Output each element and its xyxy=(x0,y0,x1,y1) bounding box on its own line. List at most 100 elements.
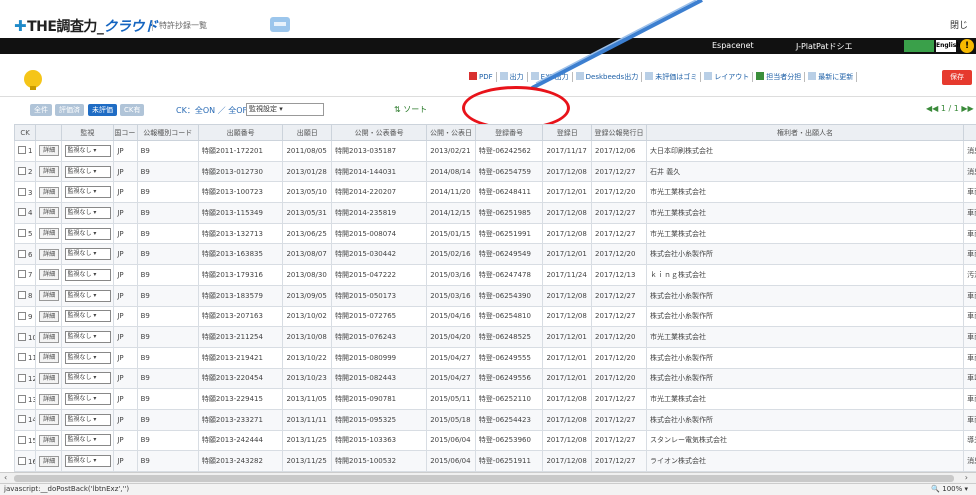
scroll-thumb[interactable] xyxy=(14,475,954,482)
action-pdf[interactable]: PDF xyxy=(466,72,497,82)
detail-button[interactable]: 詳細 xyxy=(39,414,60,426)
watch-select[interactable]: 監視なし ▾ xyxy=(64,372,111,385)
row-checkbox[interactable] xyxy=(18,394,26,403)
publication-number[interactable]: 特開2015-050173 xyxy=(331,284,428,307)
application-number[interactable]: 特願2013-219421 xyxy=(197,346,284,369)
detail-button[interactable]: 詳細 xyxy=(39,228,60,240)
registration-number[interactable]: 特登-06251911 xyxy=(474,450,544,472)
application-number[interactable]: 特願2013-242444 xyxy=(197,429,284,452)
publication-number[interactable]: 特開2015-103363 xyxy=(331,429,428,452)
detail-button[interactable]: 詳細 xyxy=(39,207,60,219)
header-screen-icon[interactable] xyxy=(270,17,290,32)
table-row[interactable]: 2 詳細 監視なし ▾ JP B9 特願2013-012730 2013/01/28 特開20… xyxy=(14,160,976,183)
action-output[interactable]: 出力 xyxy=(497,72,528,82)
row-checkbox-cell[interactable]: 12 xyxy=(14,367,37,390)
watch-select[interactable]: 監視なし ▾ xyxy=(64,434,111,447)
tab-unevaluated[interactable]: 未評価 xyxy=(88,104,117,116)
watch-settings-select[interactable]: 監視設定 ▾ xyxy=(246,103,324,116)
registration-number[interactable]: 特登-06252110 xyxy=(474,388,544,410)
action-trash[interactable]: 未評価はゴミ xyxy=(642,72,702,82)
english-button[interactable]: English xyxy=(936,40,961,52)
detail-button[interactable]: 詳細 xyxy=(39,186,60,198)
row-checkbox-cell[interactable]: 13 xyxy=(14,388,37,410)
detail-button[interactable]: 詳細 xyxy=(39,331,60,343)
row-checkbox[interactable] xyxy=(18,415,26,424)
detail-button[interactable]: 詳細 xyxy=(39,166,60,178)
application-number[interactable]: 特願2013-100723 xyxy=(197,181,284,204)
row-checkbox-cell[interactable]: 11 xyxy=(14,346,37,369)
table-row[interactable]: 15 詳細監視なし ▾JPB9特願2013-2424442013/11/25特開2… xyxy=(14,429,976,452)
publication-number[interactable]: 特開2015-095325 xyxy=(331,408,428,431)
watch-select[interactable]: 監視なし ▾ xyxy=(64,310,111,323)
detail-button[interactable]: 詳細 xyxy=(39,310,60,322)
detail-button[interactable]: 詳細 xyxy=(39,145,60,157)
registration-number[interactable]: 特登-06249556 xyxy=(474,367,544,390)
detail-button[interactable]: 詳細 xyxy=(39,455,60,467)
row-checkbox-cell[interactable]: 4 xyxy=(14,202,37,224)
column-header[interactable] xyxy=(35,124,62,141)
row-checkbox[interactable] xyxy=(18,373,26,382)
watch-select[interactable]: 監視なし ▾ xyxy=(64,455,111,468)
save-button[interactable]: 保存 xyxy=(942,70,972,85)
row-checkbox-cell[interactable]: 3 xyxy=(14,181,37,204)
row-checkbox[interactable] xyxy=(18,249,26,258)
watch-select[interactable]: 監視なし ▾ xyxy=(64,413,111,426)
watch-select[interactable]: 監視なし ▾ xyxy=(64,206,111,219)
publication-number[interactable]: 特開2015-047222 xyxy=(331,264,428,286)
publication-number[interactable]: 特開2014-220207 xyxy=(331,181,428,204)
row-checkbox-cell[interactable]: 16 xyxy=(14,450,37,472)
column-header[interactable] xyxy=(963,124,976,141)
column-header[interactable]: 公報種別コード xyxy=(136,124,199,141)
row-checkbox[interactable] xyxy=(18,229,26,238)
table-row[interactable]: 4 詳細 監視なし ▾ JP B9 特願2013-115349 2013/05/31 特開20… xyxy=(14,202,976,224)
action-refresh[interactable]: 最新に更新 xyxy=(805,72,858,82)
watch-select[interactable]: 監視なし ▾ xyxy=(64,248,111,261)
application-number[interactable]: 特願2013-115349 xyxy=(197,202,284,224)
espacenet-link[interactable]: Espacenet xyxy=(712,41,754,50)
application-number[interactable]: 特願2013-243282 xyxy=(197,450,284,472)
row-checkbox-cell[interactable]: 14 xyxy=(14,408,37,431)
row-checkbox[interactable] xyxy=(18,353,26,362)
column-header[interactable]: 出願番号 xyxy=(197,124,284,141)
registration-number[interactable]: 特登-06248525 xyxy=(474,326,544,348)
row-checkbox-cell[interactable]: 1 xyxy=(14,140,37,162)
close-link[interactable]: 閉じ xyxy=(950,18,968,31)
row-checkbox[interactable] xyxy=(18,456,26,465)
table-row[interactable]: 12 詳細監視なし ▾JPB9特願2013-2204542013/10/23特開2… xyxy=(14,367,976,390)
registration-number[interactable]: 特登-06251991 xyxy=(474,222,544,245)
watch-select[interactable]: 監視なし ▾ xyxy=(64,351,111,364)
publication-number[interactable]: 特開2015-072765 xyxy=(331,305,428,328)
row-checkbox[interactable] xyxy=(18,435,26,444)
row-checkbox-cell[interactable]: 10 xyxy=(14,326,37,348)
application-number[interactable]: 特願2013-233271 xyxy=(197,408,284,431)
registration-number[interactable]: 特登-06242562 xyxy=(474,140,544,162)
publication-number[interactable]: 特開2014-144031 xyxy=(331,160,428,183)
application-number[interactable]: 特願2013-229415 xyxy=(197,388,284,410)
tab-all[interactable]: 全件 xyxy=(30,104,52,116)
registration-number[interactable]: 特登-06254759 xyxy=(474,160,544,183)
detail-button[interactable]: 詳細 xyxy=(39,269,60,281)
publication-number[interactable]: 特開2015-100532 xyxy=(331,450,428,472)
detail-button[interactable]: 詳細 xyxy=(39,352,60,364)
table-row[interactable]: 9 詳細 監視なし ▾ JP B9 特願2013-207163 2013/10/02 特開20… xyxy=(14,305,976,328)
row-checkbox-cell[interactable]: 5 xyxy=(14,222,37,245)
publication-number[interactable]: 特開2014-235819 xyxy=(331,202,428,224)
column-header[interactable]: 登録日 xyxy=(542,124,593,141)
table-row[interactable]: 14 詳細監視なし ▾JPB9特願2013-2332712013/11/11特開2… xyxy=(14,408,976,431)
row-checkbox[interactable] xyxy=(18,187,26,196)
jplatpat-link[interactable]: J-PlatPatドシエ xyxy=(796,41,853,52)
publication-number[interactable]: 特開2015-008074 xyxy=(331,222,428,245)
column-header[interactable]: 監視 xyxy=(60,124,115,141)
column-header[interactable]: 権利者・出願人名 xyxy=(645,124,965,141)
row-checkbox[interactable] xyxy=(18,311,26,320)
row-checkbox[interactable] xyxy=(18,332,26,341)
ck-all-on-link[interactable]: CK：全ON xyxy=(176,106,215,115)
pager[interactable]: ◀◀ 1 / 1 ▶▶ xyxy=(926,104,974,113)
column-header[interactable]: 国コード xyxy=(113,124,138,141)
application-number[interactable]: 特願2013-163835 xyxy=(197,243,284,266)
watch-select[interactable]: 監視なし ▾ xyxy=(64,289,111,302)
row-checkbox[interactable] xyxy=(18,291,26,300)
zoom-level[interactable]: 🔍 100% ▾ xyxy=(931,485,968,493)
row-checkbox-cell[interactable]: 9 xyxy=(14,305,37,328)
watch-select[interactable]: 監視なし ▾ xyxy=(64,331,111,344)
